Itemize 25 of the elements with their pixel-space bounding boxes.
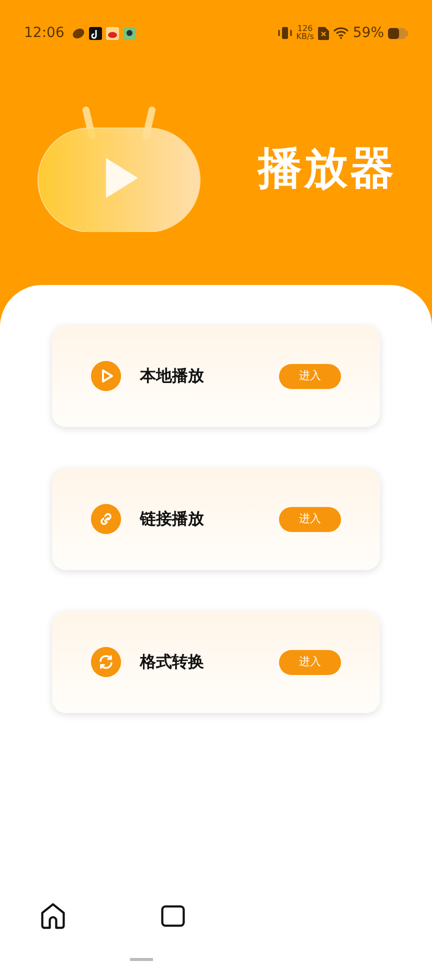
entry-label: 链接播放	[140, 508, 205, 530]
entry-card[interactable]: 格式转换 进入	[52, 611, 380, 713]
network-speed-unit: KB/s	[296, 33, 314, 41]
refresh-icon	[91, 647, 121, 677]
app-icon	[72, 26, 86, 40]
link-icon	[91, 504, 121, 534]
app-title: 播放器	[258, 142, 396, 196]
entry-label: 本地播放	[140, 365, 205, 387]
app-icon	[123, 26, 136, 40]
play-icon	[91, 361, 121, 391]
vibrate-icon	[278, 27, 292, 39]
entry-card[interactable]: 链接播放 进入	[52, 468, 380, 570]
status-time: 12:06	[24, 24, 64, 42]
app-icon	[106, 26, 120, 40]
app-icon	[89, 26, 102, 40]
home-indicator	[130, 958, 153, 961]
battery-percent: 59%	[352, 24, 384, 42]
network-speed: 126	[296, 25, 314, 33]
battery-icon	[388, 28, 408, 38]
wifi-icon	[332, 27, 349, 39]
entry-label: 格式转换	[140, 651, 205, 673]
tv-logo-icon	[36, 106, 202, 232]
home-icon[interactable]	[38, 900, 68, 930]
sim-icon	[318, 26, 329, 40]
entry-card[interactable]: 本地播放 进入	[52, 325, 380, 427]
